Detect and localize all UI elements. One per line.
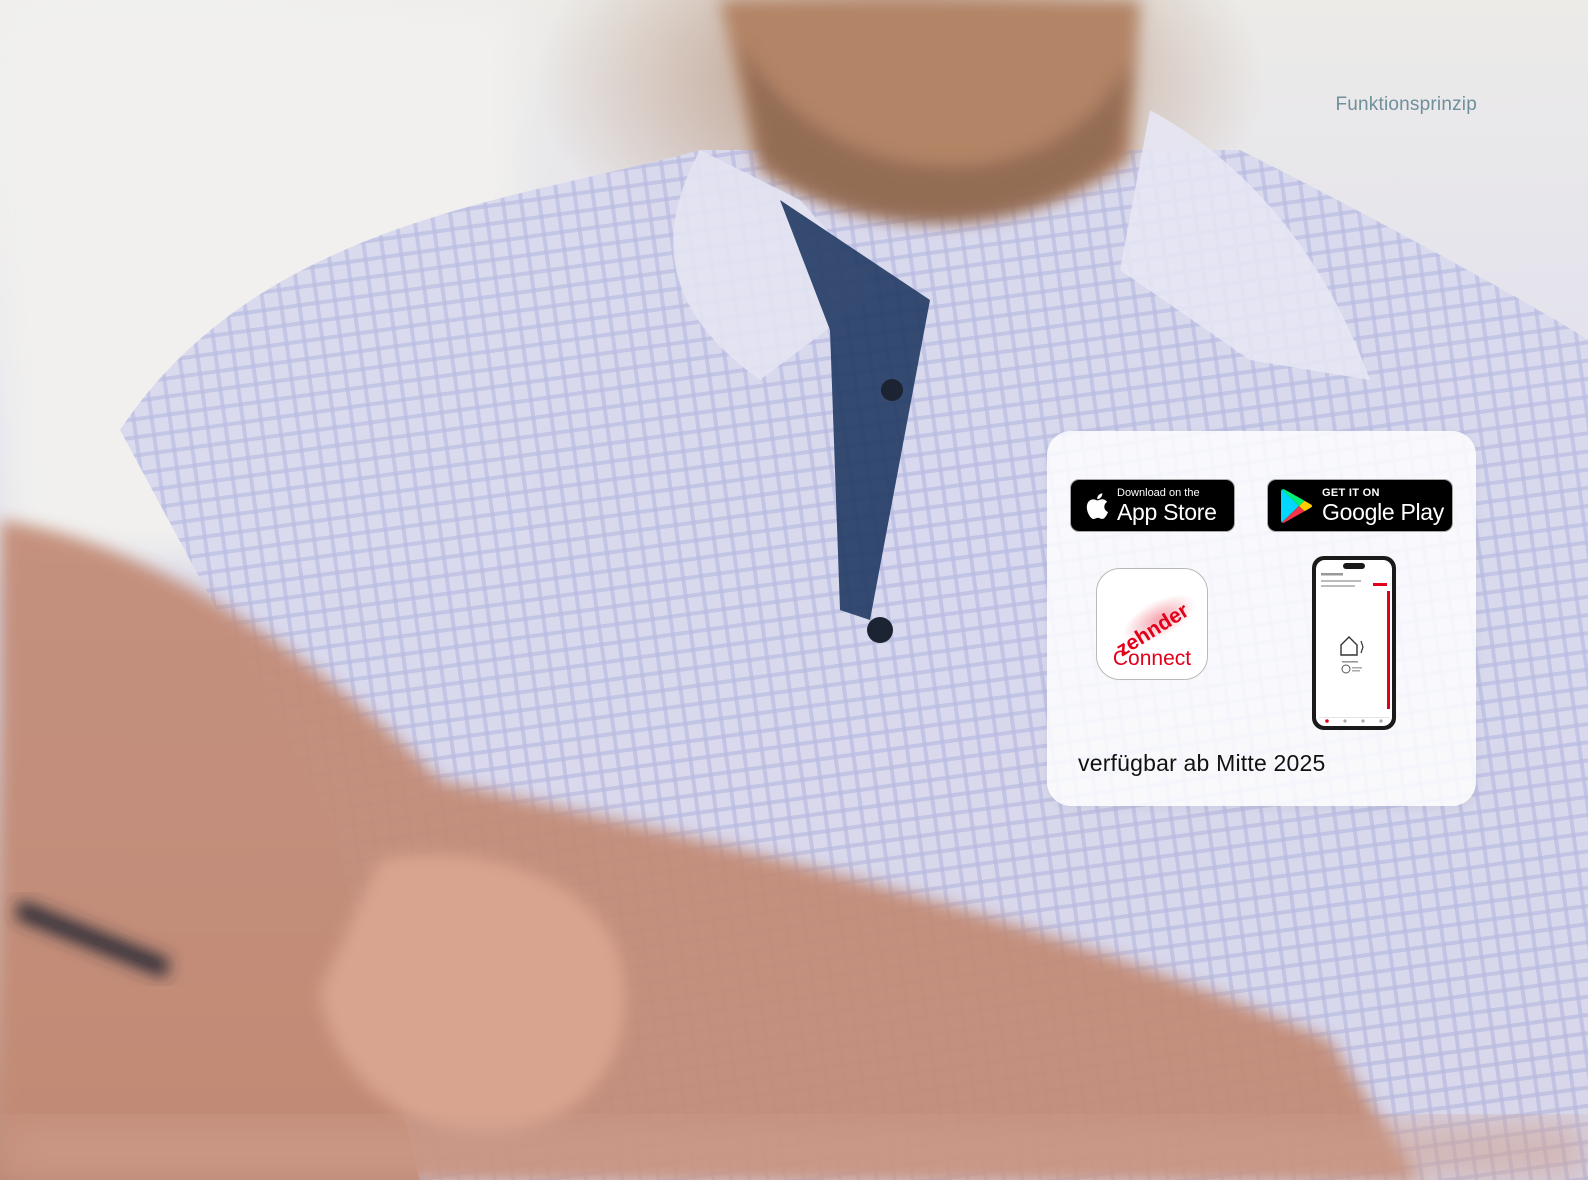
google-play-badge[interactable]: GET IT ON Google Play	[1267, 479, 1453, 532]
page: Funktionsprinzip Download on the App Sto…	[0, 0, 1588, 1180]
smartphone-app-preview	[1312, 556, 1396, 730]
app-store-label: App Store	[1117, 498, 1217, 525]
section-label: Funktionsprinzip	[1335, 94, 1477, 115]
google-play-icon	[1280, 488, 1314, 524]
app-icon-name: Connect	[1113, 647, 1191, 670]
availability-text: verfügbar ab Mitte 2025	[1078, 750, 1326, 776]
google-play-small-label: GET IT ON	[1322, 486, 1380, 499]
app-store-badge[interactable]: Download on the App Store	[1070, 479, 1235, 532]
app-store-small-label: Download on the	[1117, 486, 1200, 499]
app-download-card: Download on the App Store GET IT ON Goog…	[1047, 431, 1476, 806]
zehnder-connect-app-icon[interactable]: zehnder Connect	[1096, 568, 1208, 680]
google-play-label: Google Play	[1322, 498, 1444, 525]
apple-icon	[1083, 491, 1109, 521]
